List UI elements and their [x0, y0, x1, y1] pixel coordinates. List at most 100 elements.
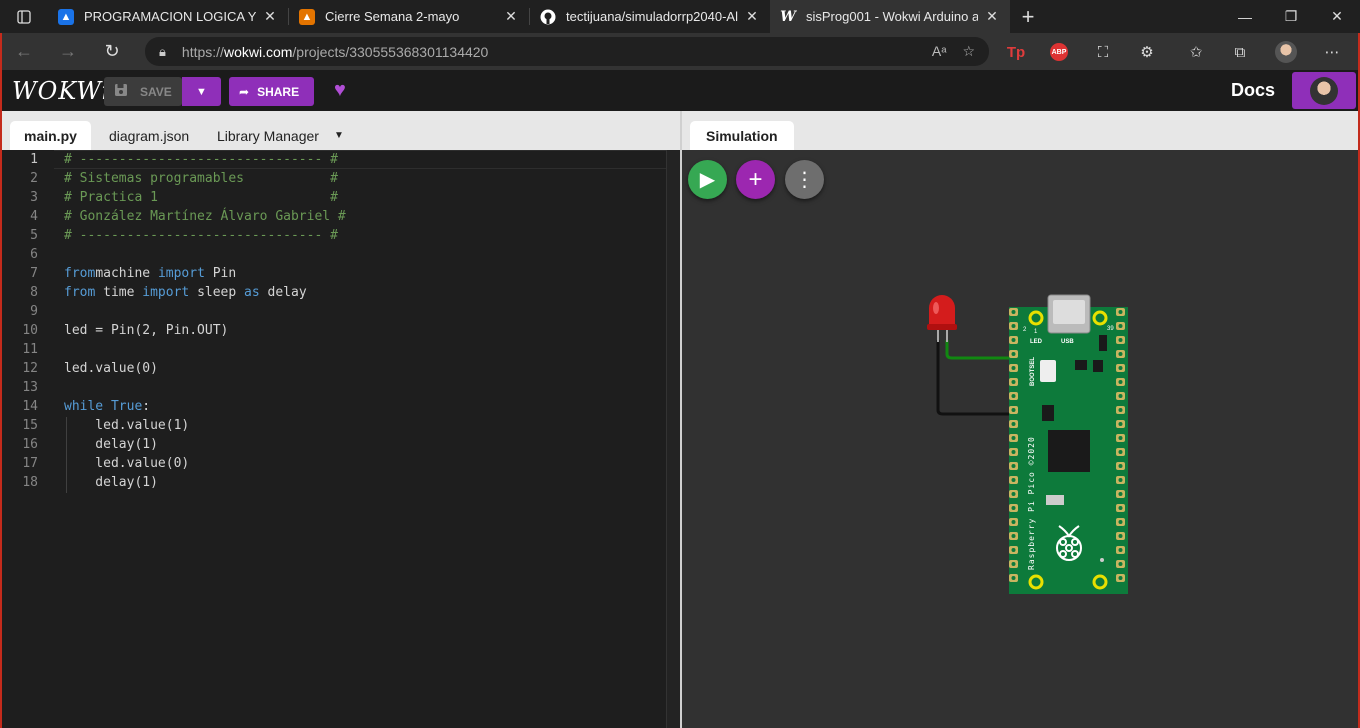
wire-black[interactable]	[936, 340, 1010, 416]
tab-library-manager[interactable]: Library Manager	[217, 121, 319, 150]
pin-hole	[1118, 422, 1123, 426]
classroom-icon: ▲	[299, 8, 315, 25]
close-icon[interactable]: ✕	[503, 8, 519, 25]
forward-button[interactable]: →	[46, 41, 90, 62]
url-input[interactable]: 🔒︎ https://wokwi.com/projects/3305553683…	[145, 37, 989, 66]
line-number: 15	[22, 418, 38, 433]
code-line[interactable]: # Sistemas programables #	[64, 169, 338, 188]
tab-title: PROGRAMACION LOGICA Y FUN	[84, 9, 256, 24]
close-icon[interactable]: ✕	[744, 8, 760, 25]
read-aloud-icon[interactable]: A͏ᵃ	[932, 43, 947, 60]
new-tab-button[interactable]: +	[1010, 0, 1046, 33]
line-number: 18	[22, 475, 38, 490]
browser-tab-1[interactable]: ▲ PROGRAMACION LOGICA Y FUN ✕	[48, 0, 288, 33]
share-label: SHARE	[257, 84, 300, 99]
pin-hole	[1118, 520, 1123, 524]
editor-tab-bar: main.py diagram.json Library Manager ▼	[2, 111, 680, 150]
more-options-icon[interactable]: ⋯	[1320, 40, 1344, 64]
bootsel-button[interactable]	[1040, 360, 1056, 382]
line-number: 2	[30, 171, 38, 186]
favorites-icon[interactable]: ✩	[1184, 40, 1208, 64]
close-icon[interactable]: ✕	[984, 8, 1000, 25]
restore-button[interactable]: ❐	[1268, 0, 1314, 33]
browser-tab-4[interactable]: W sisProg001 - Wokwi Arduino and ✕	[770, 0, 1010, 33]
extensions-icon[interactable]: ⚙	[1135, 40, 1159, 64]
url-path: /projects/330555368301134420	[292, 43, 489, 60]
simulation-canvas[interactable]: ▶ + ⋮ 1 2 39 LED USB BOOTSEL Raspberry P…	[682, 150, 1358, 728]
pin-hole	[1118, 352, 1123, 356]
adblock-icon[interactable]: ABP	[1047, 40, 1071, 64]
line-number: 16	[22, 437, 38, 452]
code-editor[interactable]: 1 # ------------------------------- # 2 # S…	[2, 150, 680, 728]
tab-actions-button[interactable]	[0, 0, 48, 33]
save-button[interactable]: SAVE	[104, 77, 182, 106]
collections-icon[interactable]: ⧉	[1228, 40, 1252, 64]
screenshot-icon[interactable]: ⛶	[1091, 40, 1115, 64]
back-button[interactable]: ←	[2, 41, 46, 62]
pin-hole	[1011, 492, 1016, 496]
code-line[interactable]: led.value(1)	[64, 416, 189, 435]
raspberry-pi-pico-board[interactable]: 1 2 39 LED USB BOOTSEL Raspberry Pi Pico…	[1009, 294, 1128, 594]
tp-extension-icon[interactable]: Tp	[1004, 40, 1028, 64]
pin-hole	[1011, 408, 1016, 412]
pin-hole	[1011, 380, 1016, 384]
minimize-button[interactable]: —	[1222, 0, 1268, 33]
code-line[interactable]: led = Pin(2, Pin.OUT)	[64, 321, 228, 340]
save-label: SAVE	[140, 84, 172, 99]
avatar	[1310, 76, 1338, 105]
red-led[interactable]	[927, 295, 957, 342]
code-line[interactable]: # ------------------------------- #	[64, 226, 338, 245]
tab-diagram-json[interactable]: diagram.json	[109, 121, 189, 150]
editor-scrollbar[interactable]	[666, 150, 680, 728]
wire-green[interactable]	[945, 340, 1010, 360]
code-line[interactable]: delay(1)	[64, 435, 158, 454]
code-line[interactable]: # Practica 1 #	[64, 188, 338, 207]
url-host: wokwi.com	[223, 43, 293, 60]
pin-hole	[1118, 576, 1123, 580]
profile-avatar[interactable]	[1274, 40, 1298, 64]
heart-icon[interactable]: ♥	[334, 79, 346, 102]
save-options-dropdown[interactable]: ▼	[182, 77, 221, 106]
board-name-label: Raspberry Pi Pico ©2020	[1027, 436, 1036, 570]
close-icon[interactable]: ✕	[262, 8, 278, 25]
refresh-button[interactable]: ↻	[90, 41, 134, 62]
pin-hole	[1118, 534, 1123, 538]
line-number: 14	[22, 399, 38, 414]
code-line[interactable]: delay(1)	[64, 473, 158, 492]
pin-hole	[1118, 324, 1123, 328]
tab-title: Cierre Semana 2-mayo	[325, 9, 460, 24]
pin-hole	[1118, 394, 1123, 398]
code-line[interactable]: led.value(0)	[64, 454, 189, 473]
code-line[interactable]: frommachine import Pin	[64, 264, 236, 283]
save-icon	[114, 83, 128, 100]
pin-hole	[1011, 394, 1016, 398]
tab-simulation[interactable]: Simulation	[690, 121, 794, 150]
code-line[interactable]: # González Martínez Álvaro Gabriel #	[64, 207, 346, 226]
pin-hole	[1118, 562, 1123, 566]
tab-title: tectijuana/simuladorrp2040-Alva	[566, 9, 738, 24]
pin-hole	[1011, 324, 1016, 328]
code-line[interactable]: while True:	[64, 397, 150, 416]
tab-title: sisProg001 - Wokwi Arduino and	[806, 9, 978, 24]
line-number: 10	[22, 323, 38, 338]
wokwi-icon: W	[780, 8, 796, 25]
share-button[interactable]: ➦ SHARE	[229, 77, 314, 106]
tabs-menu-chevron-icon[interactable]: ▼	[334, 121, 344, 150]
add-favorite-icon[interactable]: ☆	[962, 43, 975, 60]
wokwi-logo[interactable]: WOKWi	[12, 77, 110, 105]
pin-hole	[1011, 310, 1016, 314]
github-icon	[540, 9, 556, 25]
tab-main-py[interactable]: main.py	[10, 121, 91, 150]
browser-tab-2[interactable]: ▲ Cierre Semana 2-mayo ✕	[289, 0, 529, 33]
code-line[interactable]: led.value(0)	[64, 359, 158, 378]
user-menu-button[interactable]	[1292, 72, 1356, 109]
line-number: 1	[30, 152, 38, 167]
close-window-button[interactable]: ✕	[1314, 0, 1360, 33]
code-line[interactable]: # ------------------------------- #	[64, 150, 338, 169]
line-number: 12	[22, 361, 38, 376]
browser-tab-3[interactable]: tectijuana/simuladorrp2040-Alva ✕	[530, 0, 770, 33]
docs-link[interactable]: Docs	[1231, 80, 1275, 101]
pin-hole	[1118, 436, 1123, 440]
code-line[interactable]: from time import sleep as delay	[64, 283, 307, 302]
window-controls: — ❐ ✕	[1222, 0, 1360, 33]
